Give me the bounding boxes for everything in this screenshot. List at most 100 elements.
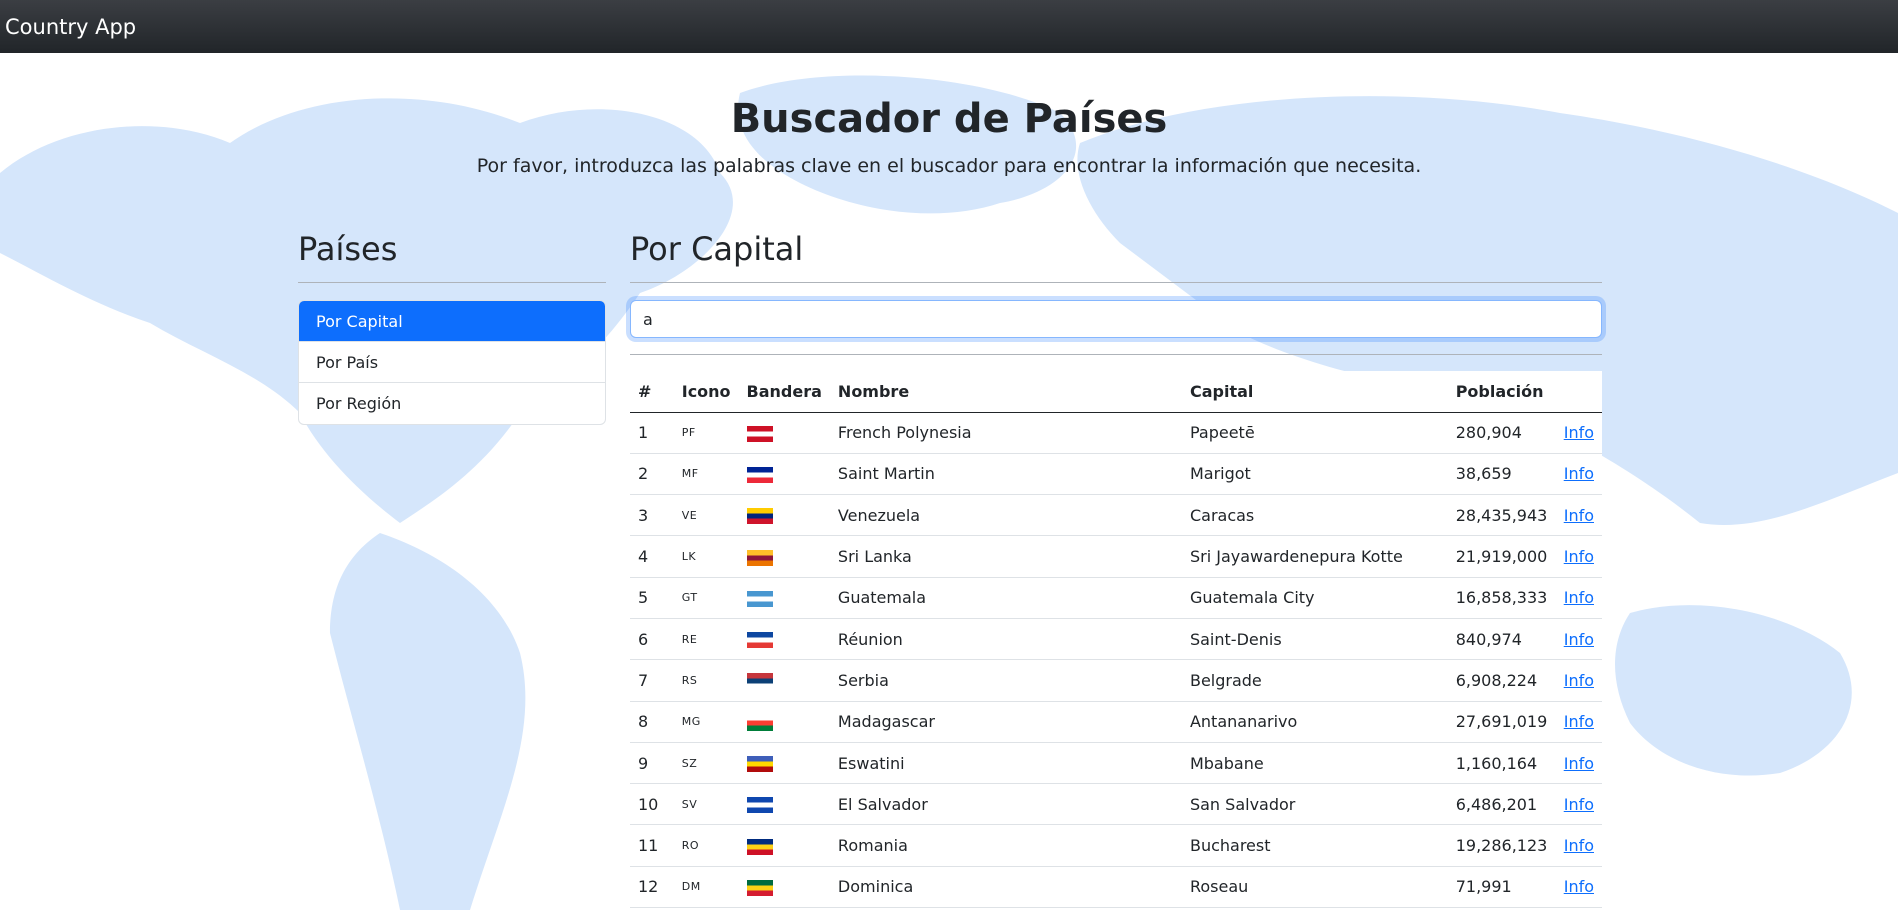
info-link-cell: Info (1555, 866, 1602, 909)
table-row: 11 RO Romania Bucharest 19,286,123 Info (630, 824, 1602, 867)
row-number: 1 (630, 412, 674, 454)
info-link[interactable]: Info (1564, 671, 1594, 690)
navbar: Country App (0, 0, 1898, 53)
row-number: 3 (630, 494, 674, 537)
info-link[interactable]: Info (1564, 547, 1594, 566)
table-row: 7 RS Serbia Belgrade 6,908,224 Info (630, 659, 1602, 702)
capital-name: Saint-Denis (1181, 618, 1448, 661)
info-link[interactable]: Info (1564, 712, 1594, 731)
country-name: Saint Martin (829, 453, 1182, 496)
info-link[interactable]: Info (1564, 506, 1594, 525)
capital-name: San Salvador (1181, 783, 1448, 826)
info-link-cell: Info (1555, 577, 1602, 619)
info-link[interactable]: Info (1564, 754, 1594, 773)
country-name: Dominica (829, 866, 1182, 909)
flag-icon (746, 632, 773, 649)
country-code: RS (673, 659, 739, 702)
population-value: 840,974 (1447, 618, 1556, 661)
info-link[interactable]: Info (1564, 464, 1594, 483)
results-table-container: # Icono Bandera Nombre Capital Población… (630, 371, 1602, 909)
population-value: 19,286,123 (1447, 824, 1556, 867)
row-number: 8 (630, 701, 674, 743)
sidebar-item-por-capital[interactable]: Por Capital (299, 301, 605, 342)
capital-name: Guatemala City (1181, 577, 1448, 619)
section-title: Por Capital (630, 230, 804, 268)
info-link[interactable]: Info (1564, 795, 1594, 814)
country-name: Venezuela (829, 494, 1182, 537)
capital-name: Caracas (1181, 494, 1448, 537)
info-link[interactable]: Info (1564, 877, 1594, 896)
info-link[interactable]: Info (1564, 630, 1594, 649)
population-value: 6,908,224 (1447, 659, 1556, 702)
table-row: 6 RE Réunion Saint-Denis 840,974 Info (630, 618, 1602, 661)
flag-cell (738, 824, 830, 867)
flag-cell (738, 783, 830, 826)
country-name: Eswatini (829, 742, 1182, 785)
info-link-cell: Info (1555, 659, 1602, 702)
flag-cell (738, 701, 830, 743)
sidebar-item-por-pais[interactable]: Por País (299, 342, 605, 383)
brand-title[interactable]: Country App (5, 15, 136, 39)
sidebar-item-por-region[interactable]: Por Región (299, 383, 605, 424)
capital-name: Mbabane (1181, 742, 1448, 785)
flag-cell (738, 866, 830, 909)
flag-cell (738, 659, 830, 702)
row-number: 2 (630, 453, 674, 496)
population-value: 21,919,000 (1447, 535, 1556, 578)
info-link-cell: Info (1555, 701, 1602, 743)
flag-icon (746, 425, 773, 442)
table-body: 1 PF French Polynesia Papeetē 280,904 Info 2 MF… (630, 412, 1602, 909)
table-row: 9 SZ Eswatini Mbabane 1,160,164 Info (630, 742, 1602, 785)
sidebar-divider (298, 282, 606, 283)
header-actions (1555, 371, 1602, 413)
sidebar-title: Países (298, 230, 398, 268)
capital-name: Papeetē (1181, 412, 1448, 454)
flag-cell (738, 618, 830, 661)
row-number: 6 (630, 618, 674, 661)
country-code: DM (673, 866, 739, 909)
country-code: MG (673, 701, 739, 743)
population-value: 71,991 (1447, 866, 1556, 909)
info-link-cell: Info (1555, 412, 1602, 454)
table-row: 1 PF French Polynesia Papeetē 280,904 Info (630, 412, 1602, 454)
population-value: 28,435,943 (1447, 494, 1556, 537)
table-row: 10 SV El Salvador San Salvador 6,486,201 Info (630, 783, 1602, 826)
country-code: GT (673, 577, 739, 619)
header-capital: Capital (1181, 371, 1448, 413)
flag-icon (746, 756, 773, 773)
country-code: MF (673, 453, 739, 496)
country-code: RO (673, 824, 739, 867)
flag-icon (746, 673, 773, 690)
table-row: 8 MG Madagascar Antananarivo 27,691,019 Info (630, 701, 1602, 743)
info-link[interactable]: Info (1564, 836, 1594, 855)
population-value: 27,691,019 (1447, 701, 1556, 743)
info-link-cell: Info (1555, 742, 1602, 785)
population-value: 38,659 (1447, 453, 1556, 496)
info-link[interactable]: Info (1564, 423, 1594, 442)
flag-cell (738, 453, 830, 496)
country-code: RE (673, 618, 739, 661)
capital-name: Antananarivo (1181, 701, 1448, 743)
population-value: 280,904 (1447, 412, 1556, 454)
flag-cell (738, 412, 830, 454)
row-number: 5 (630, 577, 674, 619)
country-name: Romania (829, 824, 1182, 867)
row-number: 11 (630, 824, 674, 867)
info-link[interactable]: Info (1564, 588, 1594, 607)
table-row: 5 GT Guatemala Guatemala City 16,858,333 Info (630, 577, 1602, 619)
flag-icon (746, 714, 773, 731)
info-link-cell: Info (1555, 824, 1602, 867)
capital-name: Marigot (1181, 453, 1448, 496)
capital-name: Roseau (1181, 866, 1448, 909)
population-value: 16,858,333 (1447, 577, 1556, 619)
sidebar-nav: Por Capital Por País Por Región (298, 300, 606, 425)
flag-cell (738, 742, 830, 785)
section-divider (630, 282, 1602, 283)
flag-icon (746, 466, 773, 483)
results-table: # Icono Bandera Nombre Capital Población… (630, 371, 1602, 909)
country-name: Sri Lanka (829, 535, 1182, 578)
country-code: LK (673, 535, 739, 578)
row-number: 9 (630, 742, 674, 785)
search-input[interactable] (630, 300, 1602, 338)
country-name: French Polynesia (829, 412, 1182, 454)
